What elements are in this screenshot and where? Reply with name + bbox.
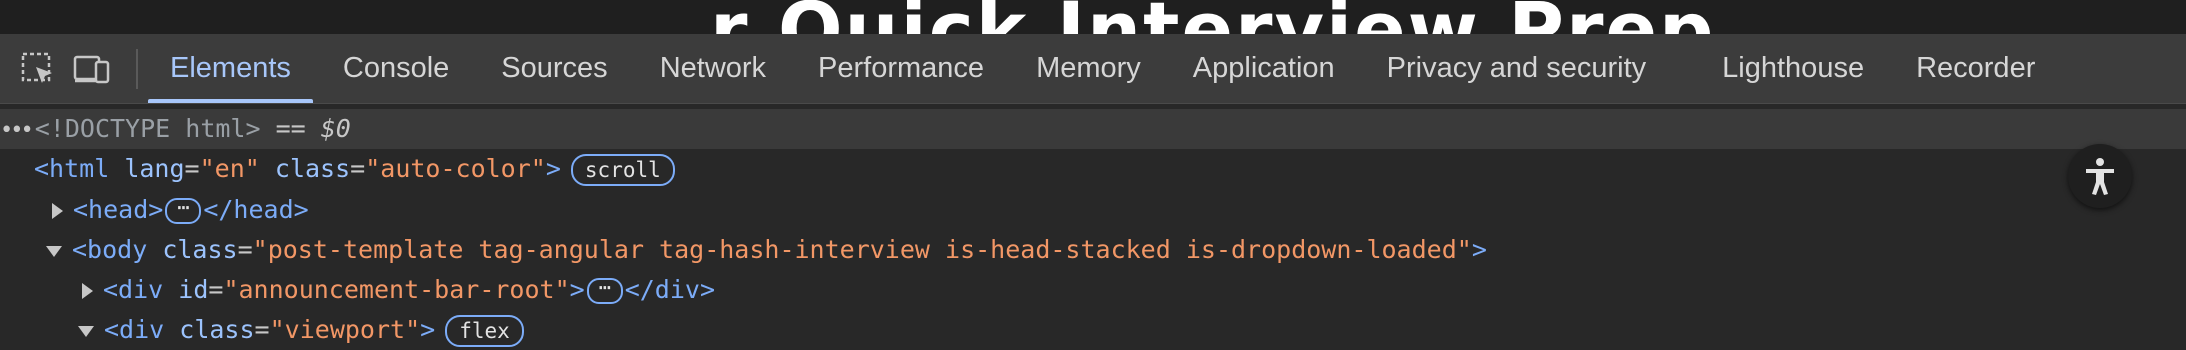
tab-network[interactable]: Network — [634, 34, 792, 103]
scroll-badge[interactable]: scroll — [570, 154, 675, 186]
dom-node-announcement-div[interactable]: <div id="announcement-bar-root"> ⋯ </div> — [82, 270, 715, 310]
selected-var: $0 — [320, 114, 351, 143]
tab-memory[interactable]: Memory — [1010, 34, 1167, 103]
tab-privacy-and-security[interactable]: Privacy and security — [1361, 34, 1697, 103]
attr-eq: = — [254, 315, 270, 344]
div-class-attr: class — [179, 315, 255, 344]
body-class-value: "post-template tag-angular tag-hash-inte… — [252, 235, 1472, 264]
collapse-arrow-icon[interactable] — [46, 245, 62, 257]
toolbar-divider — [136, 48, 138, 89]
attr-eq: = — [184, 154, 200, 183]
expand-arrow-icon[interactable] — [52, 203, 63, 219]
inspect-element-icon[interactable] — [18, 49, 58, 89]
dom-node-body[interactable]: <body class="post-template tag-angular t… — [46, 230, 1487, 270]
body-open-tag: <body — [72, 235, 148, 264]
dom-node-viewport-div[interactable]: <div class="viewport"> flex — [78, 310, 524, 350]
body-class-attr: class — [162, 235, 238, 264]
body-close-bracket: > — [1471, 235, 1487, 264]
div-open-tag: <div — [103, 275, 164, 304]
attr-eq: = — [237, 235, 253, 264]
collapse-arrow-icon[interactable] — [78, 325, 94, 337]
page-content-strip: r Quick Interview Prep — [0, 0, 2186, 34]
tab-console[interactable]: Console — [317, 34, 475, 103]
attr-eq: = — [208, 275, 224, 304]
collapsed-ellipsis[interactable]: ⋯ — [586, 277, 623, 304]
div-close-bracket: > — [569, 275, 585, 304]
dom-node-html[interactable]: <html lang="en" class="auto-color"> scrol… — [34, 149, 675, 189]
html-class-value: "auto-color" — [365, 154, 546, 183]
elements-dom-tree: ••• <!DOCTYPE html> == $0 <html lang="en"… — [0, 104, 2186, 350]
html-close-bracket: > — [545, 154, 561, 183]
tab-sources[interactable]: Sources — [475, 34, 633, 103]
devtools-tabs: Elements Console Sources Network Perform… — [144, 34, 2061, 103]
tab-performance[interactable]: Performance — [792, 34, 1010, 103]
div-end-tag: </div> — [624, 275, 716, 304]
tab-recorder[interactable]: Recorder — [1890, 34, 2061, 103]
more-dots-icon[interactable]: ••• — [0, 111, 34, 151]
div-id-attr: id — [178, 275, 209, 304]
tab-elements[interactable]: Elements — [144, 34, 317, 103]
selected-eq: == — [260, 114, 321, 143]
dom-node-doctype[interactable]: ••• <!DOCTYPE html> == $0 — [0, 109, 2186, 149]
div-open-tag: <div — [104, 315, 165, 344]
tab-lighthouse[interactable]: Lighthouse — [1696, 34, 1890, 103]
device-toolbar-icon[interactable] — [72, 49, 112, 89]
page-headline-fragment: r Quick Interview Prep — [710, 0, 1715, 34]
div-id-value: "announcement-bar-root" — [223, 275, 570, 304]
div-close-bracket: > — [420, 315, 436, 344]
expand-arrow-icon[interactable] — [82, 283, 93, 299]
dom-node-head[interactable]: <head> ⋯ </head> — [52, 190, 309, 230]
div-class-value: "viewport" — [269, 315, 421, 344]
accessibility-icon[interactable] — [2068, 144, 2132, 208]
head-close-tag: </head> — [203, 195, 309, 224]
attr-eq: = — [350, 154, 366, 183]
html-lang-attr: lang — [124, 154, 185, 183]
html-lang-value: "en" — [199, 154, 260, 183]
flex-badge[interactable]: flex — [445, 315, 524, 347]
tab-application[interactable]: Application — [1167, 34, 1361, 103]
head-open-tag: <head> — [73, 195, 164, 224]
html-open-tag: <html — [34, 154, 110, 183]
collapsed-ellipsis[interactable]: ⋯ — [165, 197, 202, 224]
devtools-toolbar: Elements Console Sources Network Perform… — [0, 34, 2186, 104]
html-class-attr: class — [274, 154, 351, 183]
doctype-text: <!DOCTYPE html> — [34, 114, 261, 143]
